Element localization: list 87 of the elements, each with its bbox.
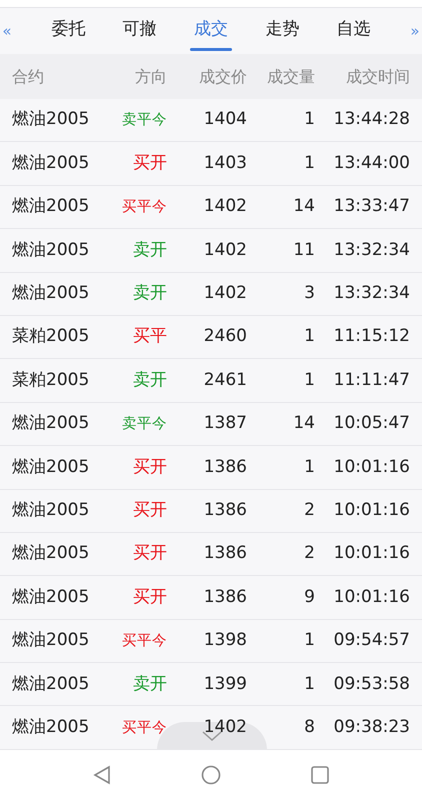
table-cell-text: 1 <box>303 456 315 479</box>
direction-text: 买开 <box>133 152 167 173</box>
table-cell-text: 1386 <box>202 456 247 479</box>
direction-text: 买平 <box>133 326 167 346</box>
column-header: 成交量 <box>266 66 315 88</box>
table-cell-text: 燃油2005 <box>11 195 90 218</box>
table-cell-text: 1 <box>303 108 315 132</box>
recent-apps-icon[interactable] <box>311 766 329 784</box>
home-icon[interactable] <box>201 765 221 785</box>
table-cell-text: 燃油2005 <box>11 412 90 436</box>
direction-text: 买开 <box>133 543 167 564</box>
table-cell-text: 燃油2005 <box>11 456 90 479</box>
table-cell-text: 14 <box>292 195 315 218</box>
table-cell-text: 1 <box>303 152 315 175</box>
table-cell-text: 13:33:47 <box>332 195 410 218</box>
table-cell-text: 2 <box>303 542 315 566</box>
table-cell-text: 3 <box>303 282 315 305</box>
direction-text: 卖开 <box>133 240 167 260</box>
table-cell-text: 1 <box>303 672 315 696</box>
column-header: 合约 <box>11 66 45 88</box>
column-header: 方向 <box>134 66 167 88</box>
table-cell-text: 1402 <box>202 195 247 218</box>
table-cell-text: 1 <box>303 325 315 348</box>
table-cell-text: 1402 <box>202 716 247 739</box>
column-header: 成交价 <box>198 66 247 88</box>
tab[interactable]: 可撤 <box>122 11 157 51</box>
table-cell-text: 10:05:47 <box>332 412 410 436</box>
table-cell-text: 1403 <box>202 152 247 175</box>
table-cell-text: 9 <box>303 586 315 609</box>
table-cell-text: 2 <box>303 498 315 522</box>
direction-text: 卖开 <box>133 674 167 694</box>
table-cell-text: 1402 <box>202 238 247 262</box>
table-cell-text: 1404 <box>202 108 247 132</box>
table-cell-text: 10:01:16 <box>332 498 410 522</box>
table-cell-text: 燃油2005 <box>11 152 90 175</box>
table-cell-text: 1399 <box>202 672 247 696</box>
table-cell-text: 燃油2005 <box>11 672 90 696</box>
tab[interactable]: 委托 <box>51 11 86 51</box>
direction-text: 卖平今 <box>122 416 167 432</box>
table-cell-text: 10:01:16 <box>332 586 410 609</box>
direction-text: 买开 <box>133 456 167 477</box>
table-cell-text: 13:44:28 <box>332 108 410 132</box>
table-cell-text: 10:01:16 <box>332 456 410 479</box>
table-cell-text: 1386 <box>202 498 247 522</box>
direction-text: 卖开 <box>133 283 167 303</box>
table-cell-text: 燃油2005 <box>11 716 90 739</box>
direction-text: 买开 <box>133 586 167 607</box>
direction-text: 卖开 <box>133 370 167 390</box>
table-cell-text: 8 <box>303 716 315 739</box>
table-cell-text: 09:53:58 <box>332 672 410 696</box>
table-cell-text: 1398 <box>202 629 247 652</box>
table-cell-text: 13:32:34 <box>332 282 410 305</box>
back-icon[interactable] <box>93 765 111 785</box>
table-cell-text: 1 <box>303 629 315 652</box>
table-cell-text: 11:11:47 <box>332 368 410 392</box>
table-cell-text: 1386 <box>202 542 247 566</box>
table-cell-text: 1 <box>303 368 315 392</box>
table-cell-text: 09:38:23 <box>332 716 410 739</box>
table-cell-text: 14 <box>292 412 315 436</box>
table-cell-text: 2460 <box>202 325 247 348</box>
table-cell-text: 燃油2005 <box>11 282 90 305</box>
table-cell-text: 菜粕2005 <box>11 325 90 348</box>
table-cell-text: 11:15:12 <box>332 325 410 348</box>
table-cell-text: 燃油2005 <box>11 238 90 262</box>
table-cell-text: 燃油2005 <box>11 498 90 522</box>
table-cell-text: 1386 <box>202 586 247 609</box>
tab[interactable]: 走势 <box>265 11 300 51</box>
table-cell-text: 燃油2005 <box>11 108 90 132</box>
tab[interactable]: 自选 <box>336 11 371 51</box>
direction-text: 买平今 <box>122 720 167 736</box>
table-cell-text: 1402 <box>202 282 247 305</box>
direction-text: 卖平今 <box>122 112 167 128</box>
table-cell-text: 13:44:00 <box>332 152 410 175</box>
table-cell-text: 11 <box>292 238 315 262</box>
direction-text: 买平今 <box>122 199 167 216</box>
direction-text: 买平今 <box>122 633 167 650</box>
table-cell-text: 菜粕2005 <box>11 368 90 392</box>
table-cell-text: 燃油2005 <box>11 629 90 652</box>
column-header: 成交时间 <box>345 66 410 88</box>
table-cell-text: 燃油2005 <box>11 586 90 609</box>
table-cell-text: 燃油2005 <box>11 542 90 566</box>
table-cell-text: 10:01:16 <box>332 542 410 566</box>
direction-text: 买开 <box>133 500 167 520</box>
table-cell-text: 09:54:57 <box>332 629 410 652</box>
table-cell-text: 13:32:34 <box>332 238 410 262</box>
table-cell-text: 1387 <box>202 412 247 436</box>
table-cell-text: 2461 <box>202 368 247 392</box>
